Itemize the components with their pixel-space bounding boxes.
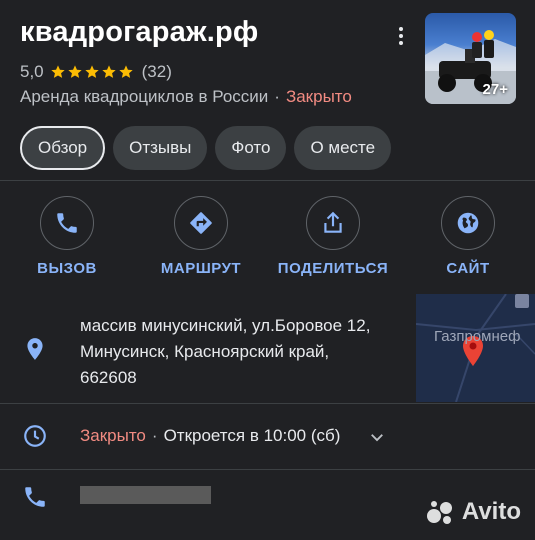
avito-logo-icon	[426, 501, 452, 524]
place-header: квадрогараж.рф 5,0 (32) Аренда квадроцик…	[0, 0, 535, 120]
address-line-2: Минусинск, Красноярский край,	[80, 342, 330, 361]
tab-reviews[interactable]: Отзывы	[113, 126, 208, 170]
place-subtitle: Аренда квадроциклов в России · Закрыто	[20, 87, 352, 107]
directions-button[interactable]: МАРШРУТ	[146, 196, 256, 277]
address-row[interactable]: массив минусинский, ул.Боровое 12, Минус…	[0, 294, 535, 402]
place-tabs: Обзор Отзывы Фото О месте	[20, 126, 392, 170]
rating-score: 5,0	[20, 62, 44, 81]
star-icon	[118, 65, 133, 78]
tab-about[interactable]: О месте	[294, 126, 392, 170]
share-icon	[324, 211, 342, 233]
share-button[interactable]: ПОДЕЛИТЬСЯ	[278, 196, 388, 277]
tab-overview[interactable]: Обзор	[20, 126, 106, 170]
share-label: ПОДЕЛИТЬСЯ	[277, 260, 389, 277]
globe-icon	[457, 212, 479, 234]
reviews-count: (32)	[141, 62, 172, 81]
tab-photos[interactable]: Фото	[215, 126, 287, 170]
directions-circle[interactable]	[174, 196, 228, 250]
map-preview[interactable]: Газпромнеф	[416, 294, 535, 402]
address-text: массив минусинский, ул.Боровое 12, Минус…	[80, 313, 400, 391]
avito-watermark: Avito	[426, 498, 521, 526]
place-title: квадрогараж.рф	[20, 16, 259, 48]
call-button[interactable]: ВЫЗОВ	[12, 196, 122, 277]
hours-next-open: Откроется в 10:00 (сб)	[163, 426, 341, 445]
rating-stars	[50, 64, 134, 80]
star-icon	[84, 65, 99, 78]
phone-icon	[57, 213, 77, 233]
website-button[interactable]: САЙТ	[413, 196, 523, 277]
website-circle[interactable]	[441, 196, 495, 250]
star-icon	[67, 65, 82, 78]
directions-label: МАРШРУТ	[160, 260, 242, 277]
hours-text: Закрыто · Откроется в 10:00 (сб)	[80, 426, 340, 446]
share-circle[interactable]	[306, 196, 360, 250]
divider	[0, 180, 535, 181]
avito-watermark-text: Avito	[461, 498, 521, 525]
clock-icon	[24, 425, 46, 447]
star-icon	[101, 65, 116, 78]
rating-row[interactable]: 5,0 (32)	[20, 62, 172, 82]
chevron-down-icon[interactable]	[368, 428, 386, 446]
phone-icon	[25, 487, 45, 507]
place-category: Аренда квадроциклов в России	[20, 87, 269, 106]
map-roads-image	[416, 294, 535, 402]
more-options-icon[interactable]	[392, 24, 410, 48]
map-poi-label: Газпромнеф	[434, 328, 521, 345]
address-line-1: массив минусинский, ул.Боровое 12,	[80, 316, 371, 335]
separator-dot: ·	[151, 426, 158, 445]
website-label: САЙТ	[446, 260, 490, 277]
phone-number-redacted	[80, 486, 211, 504]
star-icon	[50, 65, 65, 78]
hours-status: Закрыто	[80, 426, 146, 445]
directions-icon	[190, 212, 212, 234]
action-buttons: ВЫЗОВ МАРШРУТ ПОДЕЛИТЬСЯ САЙТ	[0, 196, 535, 286]
open-status: Закрыто	[285, 87, 352, 106]
hours-row[interactable]: Закрыто · Откроется в 10:00 (сб)	[0, 404, 535, 468]
call-label: ВЫЗОВ	[37, 260, 97, 277]
separator-dot: ·	[274, 87, 280, 106]
photo-thumbnail[interactable]: 27+	[425, 13, 516, 104]
location-pin-icon	[27, 338, 43, 360]
call-circle[interactable]	[40, 196, 94, 250]
address-line-3: 662608	[80, 368, 137, 387]
photo-count: 27+	[482, 81, 508, 98]
